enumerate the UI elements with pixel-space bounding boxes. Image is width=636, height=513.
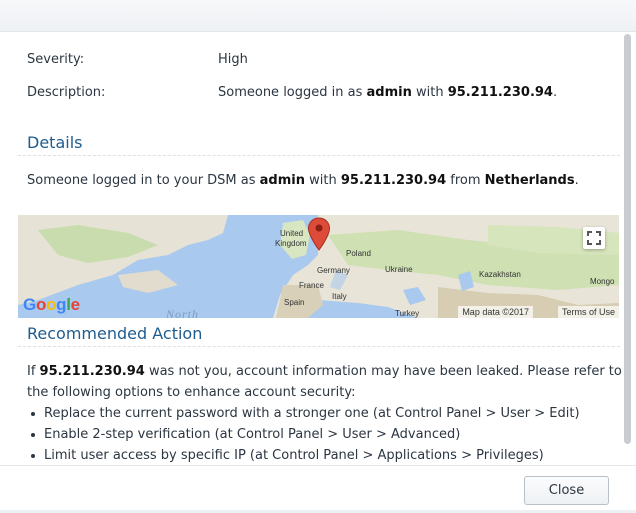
map-marker-icon[interactable] — [307, 217, 331, 251]
severity-label: Severity: — [27, 52, 85, 67]
recommendation-list: Replace the current password with a stro… — [27, 403, 580, 465]
fullscreen-button[interactable] — [583, 227, 605, 249]
dialog-header — [0, 0, 636, 32]
map-label: Mongo — [590, 277, 615, 286]
terms-of-use-link[interactable]: Terms of Use — [557, 306, 619, 318]
fullscreen-icon — [587, 231, 601, 245]
details-divider — [18, 155, 620, 156]
severity-row: Severity: High — [27, 52, 248, 67]
recommended-text-line-2: the following options to enhance account… — [27, 385, 356, 400]
vertical-scrollbar[interactable] — [624, 34, 631, 444]
list-item: Limit user access by specific IP (at Con… — [27, 445, 580, 465]
recommended-divider — [18, 346, 620, 347]
google-logo[interactable]: Google — [23, 295, 80, 315]
close-button[interactable]: Close — [524, 476, 609, 505]
description-label: Description: — [27, 85, 106, 100]
map-data-attribution: Map data ©2017 — [458, 306, 533, 318]
map-label: United — [280, 229, 304, 238]
map-label: Germany — [317, 266, 350, 275]
map-label: Poland — [346, 249, 371, 258]
list-item: Replace the current password with a stro… — [27, 403, 580, 424]
map-label: Italy — [332, 292, 347, 301]
map-label: Spain — [284, 298, 305, 307]
severity-value: High — [218, 52, 248, 67]
map-label: North — [166, 307, 200, 318]
location-map[interactable]: United Kingdom Poland Germany Ukraine Ka… — [18, 215, 619, 318]
recommended-action-heading: Recommended Action — [27, 324, 203, 343]
list-item: Enable 2-step verification (at Control P… — [27, 424, 580, 445]
map-label: Turkey — [395, 309, 420, 318]
dialog-footer: Close — [0, 465, 636, 513]
description-row: Description: Someone logged in as admin … — [27, 85, 557, 100]
map-label: Ukraine — [385, 265, 413, 274]
map-label: Kazakhstan — [479, 270, 521, 279]
notification-detail-body: Severity: High Description: Someone logg… — [0, 33, 622, 465]
description-value: Someone logged in as admin with 95.211.2… — [218, 85, 558, 100]
recommended-text-line-1: If 95.211.230.94 was not you, account in… — [27, 364, 622, 379]
details-text: Someone logged in to your DSM as admin w… — [27, 173, 579, 188]
map-label: France — [299, 281, 324, 290]
details-heading: Details — [27, 133, 83, 152]
map-label: Kingdom — [275, 239, 307, 248]
